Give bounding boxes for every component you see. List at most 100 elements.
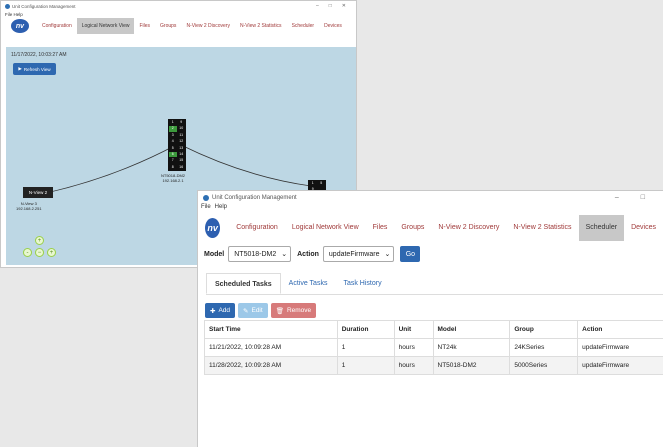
tab-logical-network-view[interactable]: Logical Network View <box>285 215 366 241</box>
column-header[interactable]: Duration <box>336 320 395 339</box>
pan-right-icon[interactable]: + <box>47 248 56 257</box>
minimize-icon[interactable]: – <box>615 194 619 201</box>
edit-label: Edit <box>251 307 263 314</box>
maximize-icon[interactable]: □ <box>329 3 332 9</box>
port-label: 14 <box>179 151 184 156</box>
nview-device[interactable]: N-View 2 <box>23 187 53 198</box>
remove-button[interactable]: 🗑 Remove <box>270 303 317 318</box>
port-label: 1 <box>311 181 314 185</box>
trash-icon: 🗑 <box>275 307 284 315</box>
tab-files[interactable]: Files <box>134 18 155 34</box>
menu-file[interactable]: File <box>201 204 211 214</box>
link-line <box>45 144 177 194</box>
column-header[interactable]: Model <box>432 320 511 339</box>
tab-nview-discovery[interactable]: N-View 2 Discovery <box>431 215 506 241</box>
table-cell: updateFirmware <box>577 338 663 357</box>
switch-device[interactable]: 1 9 2 10 3 11 4 12 5 13 6 14 7 15 8 16 <box>168 119 186 171</box>
tab-nview-statistics[interactable]: N-View 2 Statistics <box>235 18 287 34</box>
switch-ip: 192.168.2.1 <box>162 177 184 183</box>
tab-scheduler[interactable]: Scheduler <box>578 215 625 241</box>
switch-label: NT5018-DM2 192.168.2.1 <box>161 173 185 183</box>
port-label: 2 <box>169 126 177 132</box>
tab-scheduler[interactable]: Scheduler <box>287 18 320 34</box>
scheduled-tasks-table: Start Time Duration Unit Model Group Act… <box>204 320 663 375</box>
column-header[interactable]: Group <box>509 320 579 339</box>
add-button[interactable]: ✚ Add <box>205 303 236 318</box>
scheduler-window: Unit Configuration Management – □ File H… <box>197 190 663 447</box>
main-nav: nv Configuration Logical Network View Fi… <box>198 215 663 241</box>
background-titlebar: Unit Configuration Management – □ ✕ <box>1 1 356 11</box>
tab-devices[interactable]: Devices <box>624 215 663 241</box>
task-actions: ✚ Add ✎ Edit 🗑 Remove <box>205 303 663 318</box>
port-label: 13 <box>179 145 184 150</box>
column-header[interactable]: Unit <box>393 320 434 339</box>
port-label: 10 <box>179 126 184 131</box>
action-value: updateFirmware <box>328 250 380 258</box>
tab-configuration[interactable]: Configuration <box>229 215 285 241</box>
tab-task-history[interactable]: Task History <box>335 273 389 294</box>
edit-button[interactable]: ✎ Edit <box>238 303 268 318</box>
tab-active-tasks[interactable]: Active Tasks <box>281 273 336 294</box>
link-line <box>180 144 312 187</box>
minimize-icon[interactable]: – <box>316 3 319 9</box>
zoom-in-icon[interactable]: + <box>35 236 44 245</box>
pan-left-icon[interactable]: - <box>23 248 32 257</box>
table-cell: updateFirmware <box>577 356 663 375</box>
tab-groups[interactable]: Groups <box>155 18 181 34</box>
table-cell: 5000Series <box>509 356 579 375</box>
action-select[interactable]: updateFirmware ⌄ <box>322 246 395 262</box>
tab-files[interactable]: Files <box>366 215 395 241</box>
menu-bar[interactable]: File Help <box>1 11 356 18</box>
action-label: Action <box>297 250 319 258</box>
tab-configuration[interactable]: Configuration <box>37 18 77 34</box>
table-cell: hours <box>393 338 434 357</box>
port-label: 5 <box>171 145 174 150</box>
tab-nview-statistics[interactable]: N-View 2 Statistics <box>506 215 578 241</box>
titlebar: Unit Configuration Management – □ <box>198 191 663 204</box>
tab-nview-discovery[interactable]: N-View 2 Discovery <box>181 18 235 34</box>
tab-devices[interactable]: Devices <box>319 18 347 34</box>
add-label: Add <box>218 307 231 314</box>
menu-bar: File Help <box>198 204 663 214</box>
tab-scheduled-tasks[interactable]: Scheduled Tasks <box>206 273 281 294</box>
port-label: 4 <box>171 139 174 144</box>
table-row[interactable]: 11/21/2022, 10:09:28 AM 1 hours NT24k 24… <box>204 338 663 357</box>
menu-help[interactable]: Help <box>215 204 227 214</box>
nv-logo: nv <box>11 19 29 33</box>
port-label: 15 <box>179 158 184 163</box>
tab-logical-network-view[interactable]: Logical Network View <box>76 18 135 34</box>
table-cell: 24KSeries <box>509 338 579 357</box>
app-icon <box>5 3 10 9</box>
port-label: 1 <box>171 120 174 124</box>
port-label: 6 <box>169 151 177 158</box>
nv-logo: nv <box>205 218 221 238</box>
go-button[interactable]: Go <box>400 246 421 262</box>
remove-label: Remove <box>286 307 312 314</box>
maximize-icon[interactable]: □ <box>641 194 645 201</box>
nview-label: N-View 3 192.168.2.251 <box>16 201 42 211</box>
zoom-out-icon[interactable]: − <box>35 248 44 257</box>
chevron-down-icon: ⌄ <box>281 251 288 258</box>
table-cell: 11/28/2022, 10:09:28 AM <box>204 356 338 375</box>
main-nav: nv Configuration Logical Network View Fi… <box>1 18 356 34</box>
tab-groups[interactable]: Groups <box>394 215 431 241</box>
table-row[interactable]: 11/28/2022, 10:09:28 AM 1 hours NT5018-D… <box>204 356 663 375</box>
edit-icon: ✎ <box>243 307 249 315</box>
port-label: 5 <box>320 181 323 185</box>
window-title: Unit Configuration Management <box>12 3 76 9</box>
port-label: 9 <box>180 120 183 124</box>
plus-icon: ✚ <box>210 307 216 315</box>
column-header[interactable]: Action <box>577 320 663 339</box>
chevron-down-icon: ⌄ <box>384 251 391 258</box>
table-cell: NT5018-DM2 <box>432 356 511 375</box>
table-header-row: Start Time Duration Unit Model Group Act… <box>204 320 663 339</box>
column-header[interactable]: Start Time <box>204 320 338 339</box>
port-label: 16 <box>179 164 184 169</box>
table-cell: hours <box>393 356 434 375</box>
port-label: 12 <box>179 139 184 144</box>
close-icon[interactable]: ✕ <box>342 3 346 9</box>
model-select[interactable]: NT5018-DM2 ⌄ <box>228 246 292 262</box>
app-icon <box>203 194 209 201</box>
nview-ip: 192.168.2.251 <box>16 205 42 211</box>
filter-row: Model NT5018-DM2 ⌄ Action updateFirmware… <box>198 243 663 265</box>
